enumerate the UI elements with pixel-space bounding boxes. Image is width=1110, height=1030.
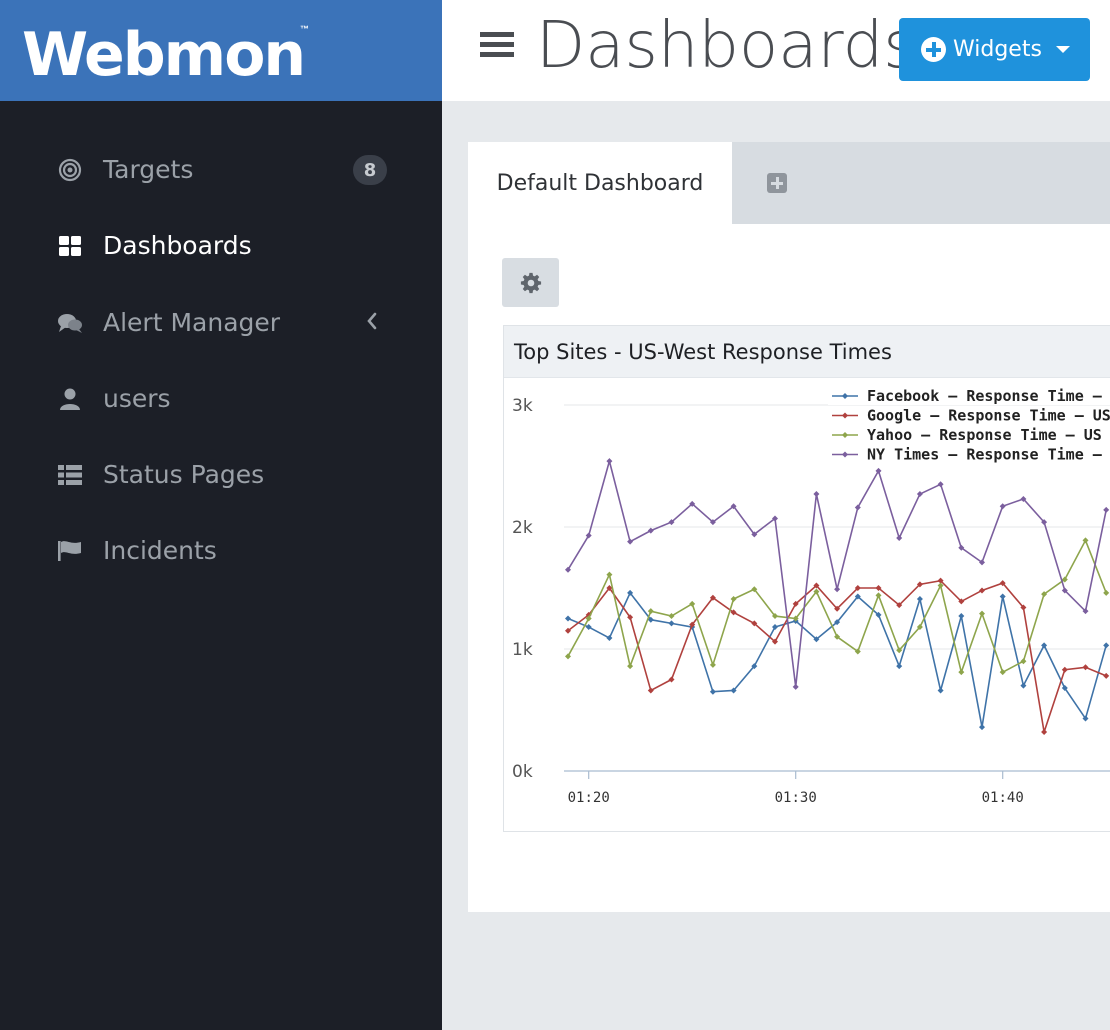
- sidebar-item-incidents[interactable]: Incidents: [0, 521, 442, 581]
- data-point: [585, 624, 592, 631]
- data-point: [565, 615, 571, 622]
- sidebar-item-label: Targets: [103, 155, 194, 184]
- legend-label: Google – Response Time – US: [867, 407, 1110, 425]
- sidebar-item-label: Dashboards: [103, 231, 252, 260]
- chevron-left-icon[interactable]: [366, 312, 378, 335]
- sidebar-item-dashboards[interactable]: Dashboards: [0, 216, 442, 276]
- data-point: [647, 527, 654, 534]
- data-point: [999, 593, 1006, 600]
- brand-bar: Webmon ™: [0, 0, 442, 101]
- gear-icon: [520, 272, 541, 293]
- page-title: Dashboards: [536, 9, 917, 83]
- data-point: [834, 586, 841, 593]
- hamburger-menu-icon[interactable]: [480, 32, 514, 58]
- plus-circle-icon: [921, 37, 946, 62]
- data-point: [979, 610, 985, 617]
- sidebar: Webmon ™ Targets 8 Dashboards Alert Mana…: [0, 0, 442, 1030]
- sidebar-item-label: Incidents: [103, 536, 217, 565]
- dashboard-grid-icon: [57, 233, 83, 259]
- data-point: [1041, 642, 1048, 649]
- data-point: [979, 724, 985, 731]
- data-point: [668, 620, 675, 627]
- data-point: [606, 458, 613, 465]
- brand-logo[interactable]: Webmon: [22, 22, 306, 88]
- sidebar-item-label: Status Pages: [103, 460, 265, 489]
- data-point: [999, 669, 1006, 676]
- flag-icon: [57, 538, 83, 564]
- tab-default-dashboard[interactable]: Default Dashboard: [468, 142, 732, 224]
- data-point: [813, 491, 820, 498]
- y-tick-label: 3k: [512, 396, 533, 416]
- sidebar-item-label: users: [103, 384, 171, 413]
- data-point: [627, 663, 634, 670]
- data-point: [937, 481, 944, 488]
- data-point: [1103, 506, 1110, 513]
- data-point: [896, 534, 903, 541]
- data-point: [916, 595, 923, 602]
- data-point: [606, 571, 613, 578]
- sidebar-item-status-pages[interactable]: Status Pages: [0, 445, 442, 505]
- data-point: [979, 587, 985, 594]
- data-point: [709, 661, 716, 668]
- widgets-dropdown-button[interactable]: Widgets: [899, 18, 1090, 81]
- dashboard-tab-bar: Default Dashboard: [468, 142, 1110, 224]
- widgets-button-label: Widgets: [953, 37, 1042, 62]
- y-tick-label: 1k: [512, 640, 533, 660]
- data-point: [916, 491, 923, 498]
- data-point: [999, 503, 1006, 510]
- data-point: [1020, 682, 1027, 689]
- sidebar-item-users[interactable]: users: [0, 369, 442, 429]
- response-time-chart: 0k 1k 2k 3k 01:20 01:30 01:40 Facebook – Respon…: [512, 386, 1110, 806]
- data-point: [792, 683, 799, 690]
- data-point: [565, 653, 571, 660]
- chart-widget: Top Sites - US-West Response Times 0k 1k 2…: [503, 325, 1110, 832]
- data-point: [1103, 672, 1110, 679]
- y-tick-label: 0k: [512, 762, 533, 782]
- add-tab-icon[interactable]: [767, 173, 787, 193]
- sidebar-item-alert-manager[interactable]: Alert Manager: [0, 293, 442, 353]
- legend-label: NY Times – Response Time –: [867, 446, 1103, 464]
- x-tick-label: 01:20: [568, 790, 610, 806]
- user-icon: [57, 386, 83, 412]
- data-point: [709, 688, 716, 695]
- data-point: [627, 538, 634, 545]
- trademark-mark: ™: [300, 24, 309, 34]
- dashboard-settings-button[interactable]: [502, 258, 559, 307]
- x-tick-label: 01:40: [982, 790, 1024, 806]
- data-point: [606, 635, 613, 642]
- legend-label: Facebook – Response Time –: [867, 387, 1103, 405]
- data-point: [668, 676, 675, 683]
- comments-icon: [57, 310, 83, 336]
- data-point: [937, 687, 944, 694]
- data-point: [1020, 658, 1027, 665]
- data-point: [875, 592, 882, 599]
- sidebar-item-label: Alert Manager: [103, 308, 281, 337]
- y-tick-label: 2k: [512, 518, 533, 538]
- top-header: Dashboards Widgets: [442, 0, 1110, 101]
- series-line: [567, 591, 1107, 728]
- data-point: [958, 613, 965, 620]
- data-point: [1103, 642, 1110, 649]
- target-icon: [57, 157, 83, 183]
- data-point: [772, 624, 778, 631]
- data-point: [896, 663, 903, 670]
- data-point: [647, 687, 654, 694]
- widget-header: Top Sites - US-West Response Times: [504, 326, 1110, 378]
- data-point: [1061, 666, 1068, 673]
- list-icon: [57, 462, 83, 488]
- widget-title: Top Sites - US-West Response Times: [514, 339, 892, 364]
- data-point: [1041, 728, 1048, 735]
- data-point: [1103, 589, 1110, 596]
- data-point: [1082, 537, 1089, 544]
- data-point: [1082, 664, 1089, 671]
- data-point: [958, 669, 965, 676]
- targets-count-badge: 8: [353, 155, 387, 185]
- data-point: [647, 608, 654, 615]
- caret-down-icon: [1055, 46, 1070, 53]
- dashboard-panel: Default Dashboard Top Sites - US-West Re…: [468, 142, 1110, 912]
- data-point: [730, 595, 737, 602]
- legend-label: Yahoo – Response Time – US: [867, 426, 1102, 444]
- x-tick-label: 01:30: [775, 790, 817, 806]
- sidebar-item-targets[interactable]: Targets 8: [0, 140, 442, 200]
